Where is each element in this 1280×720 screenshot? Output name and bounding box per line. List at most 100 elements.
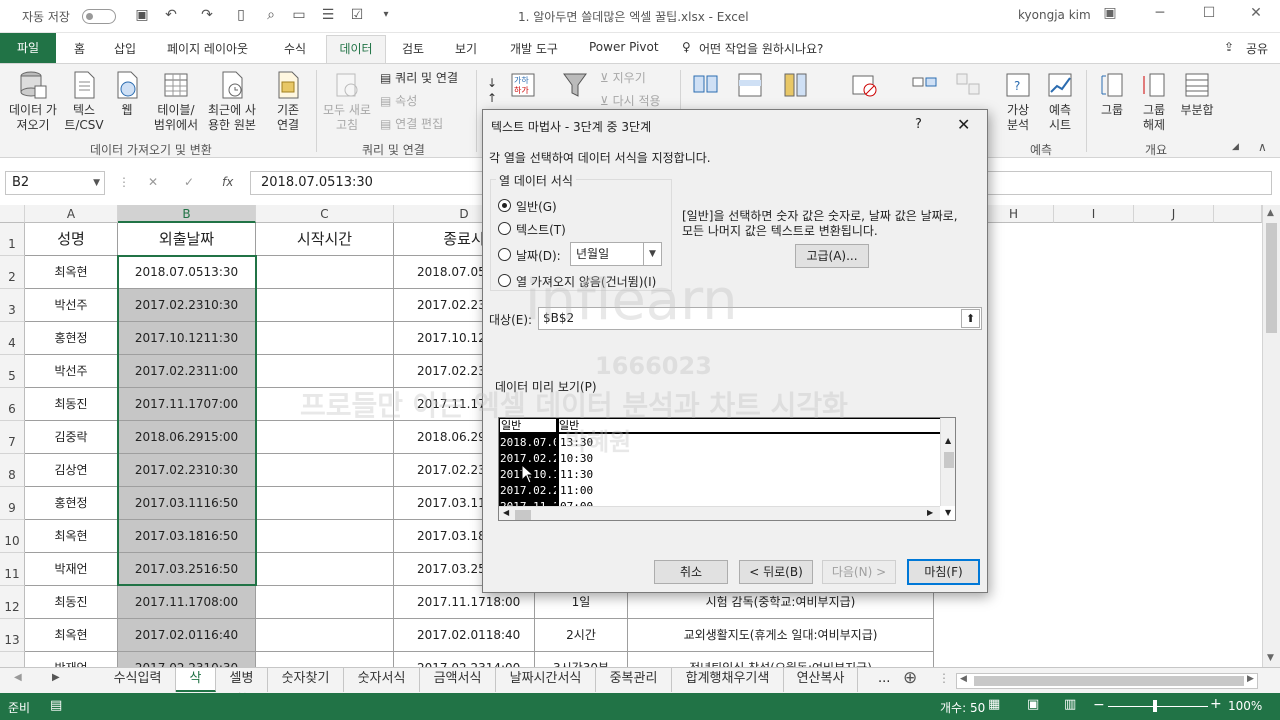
maximize-icon[interactable]: ☐: [1198, 5, 1220, 25]
preview-scroll-down-icon[interactable]: ▼: [945, 508, 951, 517]
tab-view[interactable]: 보기: [455, 40, 477, 57]
table-cell-a[interactable]: 최옥현: [25, 619, 118, 652]
consolidate-icon[interactable]: [906, 70, 942, 103]
table-cell-e[interactable]: 2시간: [535, 619, 628, 652]
table-cell-a[interactable]: 김중락: [25, 421, 118, 454]
confirm-entry-icon[interactable]: ✓: [184, 175, 194, 189]
table-cell-c[interactable]: [256, 652, 394, 667]
header-cell[interactable]: 성명: [25, 223, 118, 256]
table-cell-d[interactable]: 2017.02.2314:00: [394, 652, 535, 667]
zoom-slider[interactable]: [1108, 706, 1208, 707]
selection-range[interactable]: [117, 255, 257, 586]
what-if-button[interactable]: ? 가상 분석: [998, 70, 1038, 133]
insert-function-icon[interactable]: fx: [222, 175, 233, 189]
sheet-tab[interactable]: 연산복사: [784, 668, 858, 692]
tab-power-pivot[interactable]: Power Pivot: [589, 40, 659, 54]
table-cell-a[interactable]: 최동진: [25, 388, 118, 421]
clear-filter-button[interactable]: ⊻ 지우기: [600, 71, 646, 86]
row-header[interactable]: 13: [0, 619, 25, 652]
preview-scroll-right-icon[interactable]: ▶: [927, 508, 933, 517]
relationships-icon[interactable]: [950, 70, 986, 103]
row-header[interactable]: 10: [0, 520, 25, 553]
edit-links-button[interactable]: ▤ 연결 편집: [380, 117, 443, 132]
preview-header-col1[interactable]: 일반: [557, 418, 955, 434]
header-cell[interactable]: 외출날짜: [118, 223, 256, 256]
group-button[interactable]: 그룹: [1092, 70, 1132, 118]
table-cell-c[interactable]: [256, 322, 394, 355]
table-cell-c[interactable]: [256, 553, 394, 586]
tab-data[interactable]: 데이터: [326, 35, 386, 64]
sheet-tab[interactable]: 금액서식: [420, 668, 496, 692]
zoom-out-icon[interactable]: −: [1093, 697, 1105, 713]
radio-general[interactable]: [498, 199, 511, 212]
sheet-tab[interactable]: 셀병합: [216, 668, 268, 708]
radio-date-label[interactable]: 날짜(D):: [516, 247, 561, 264]
new-sheet-icon[interactable]: ⊕: [903, 668, 917, 688]
table-cell-a[interactable]: 최옥현: [25, 520, 118, 553]
sort-button[interactable]: 가하 하가: [508, 70, 538, 103]
forecast-sheet-button[interactable]: 예측 시트: [1040, 70, 1080, 133]
sheet-tab[interactable]: 수식입력: [100, 668, 176, 692]
zoom-in-icon[interactable]: +: [1210, 696, 1222, 712]
save-icon[interactable]: ▣: [134, 7, 150, 23]
table-cell-a[interactable]: 최동진: [25, 586, 118, 619]
tab-home[interactable]: 홈: [74, 40, 85, 57]
table-cell-c[interactable]: [256, 454, 394, 487]
close-window-icon[interactable]: ✕: [1245, 5, 1267, 25]
undo-icon[interactable]: ↶: [163, 7, 179, 23]
page-layout-view-icon[interactable]: ▣: [1027, 697, 1039, 712]
sheet-tab[interactable]: 합계행채우기색: [672, 668, 784, 692]
tab-file[interactable]: 파일: [0, 33, 56, 63]
queries-connections-button[interactable]: ▤ 쿼리 및 연결: [380, 71, 458, 86]
column-header-c[interactable]: C: [256, 205, 394, 223]
header-cell[interactable]: 시작시간: [256, 223, 394, 256]
column-header-k[interactable]: [1214, 205, 1262, 223]
table-cell-c[interactable]: [256, 421, 394, 454]
tell-me-search[interactable]: 어떤 작업을 원하시나요?: [699, 40, 823, 57]
checkbox-icon[interactable]: ☑: [349, 7, 365, 23]
preview-horizontal-scrollbar[interactable]: ◀ ▶: [499, 506, 940, 520]
row-header[interactable]: 11: [0, 553, 25, 586]
ungroup-button[interactable]: 그룹 해제: [1134, 70, 1174, 133]
row-header[interactable]: 8: [0, 454, 25, 487]
radio-skip-label[interactable]: 열 가져오지 않음(건너뜀)(I): [516, 273, 656, 290]
table-cell-c[interactable]: [256, 487, 394, 520]
destination-input[interactable]: $B$2 ⬆: [538, 307, 982, 330]
share-icon[interactable]: ⇪: [1224, 40, 1234, 54]
scroll-down-icon[interactable]: ▼: [1267, 653, 1274, 663]
table-cell-c[interactable]: [256, 355, 394, 388]
tab-page-layout[interactable]: 페이지 레이아웃: [167, 40, 248, 57]
table-cell-d[interactable]: 2017.02.0118:40: [394, 619, 535, 652]
print-preview-icon[interactable]: ⌕: [263, 7, 279, 23]
table-cell-b[interactable]: 2017.02.0116:40: [118, 619, 256, 652]
row-header[interactable]: 4: [0, 322, 25, 355]
open-folder-icon[interactable]: ▭: [291, 7, 307, 23]
finish-button[interactable]: 마침(F): [907, 559, 980, 585]
table-cell-a[interactable]: 최옥현: [25, 256, 118, 289]
data-validation-icon[interactable]: [846, 70, 882, 103]
table-cell-a[interactable]: 홍현정: [25, 322, 118, 355]
from-table-button[interactable]: 테이블/ 범위에서: [148, 70, 204, 133]
customize-qat-icon[interactable]: ▾: [378, 7, 394, 23]
dialog-launcher-icon[interactable]: ◢: [1232, 142, 1239, 152]
column-header-i[interactable]: I: [1054, 205, 1134, 223]
row-header[interactable]: 5: [0, 355, 25, 388]
advanced-button[interactable]: 고급(A)...: [795, 244, 869, 268]
table-cell-a[interactable]: 박선주: [25, 289, 118, 322]
row-header[interactable]: 1: [0, 223, 25, 256]
more-sheets[interactable]: ...: [878, 671, 890, 686]
filter-button[interactable]: [560, 70, 590, 103]
next-button[interactable]: 다음(N) >: [822, 560, 896, 584]
tab-formulas[interactable]: 수식: [284, 40, 306, 57]
tab-insert[interactable]: 삽입: [114, 40, 136, 57]
collapse-ribbon-icon[interactable]: ∧: [1258, 140, 1267, 154]
minimize-icon[interactable]: ─: [1149, 5, 1171, 25]
preview-scroll-up-icon[interactable]: ▲: [945, 436, 951, 445]
row-header[interactable]: 6: [0, 388, 25, 421]
properties-button[interactable]: ▤ 속성: [380, 94, 417, 109]
remove-duplicates-icon[interactable]: [778, 70, 814, 103]
select-all-corner[interactable]: [0, 205, 25, 223]
tab-review[interactable]: 검토: [402, 40, 424, 57]
sheet-tab[interactable]: 날짜시간서식: [496, 668, 596, 692]
refresh-all-button[interactable]: 모두 새로 고침: [318, 70, 376, 133]
